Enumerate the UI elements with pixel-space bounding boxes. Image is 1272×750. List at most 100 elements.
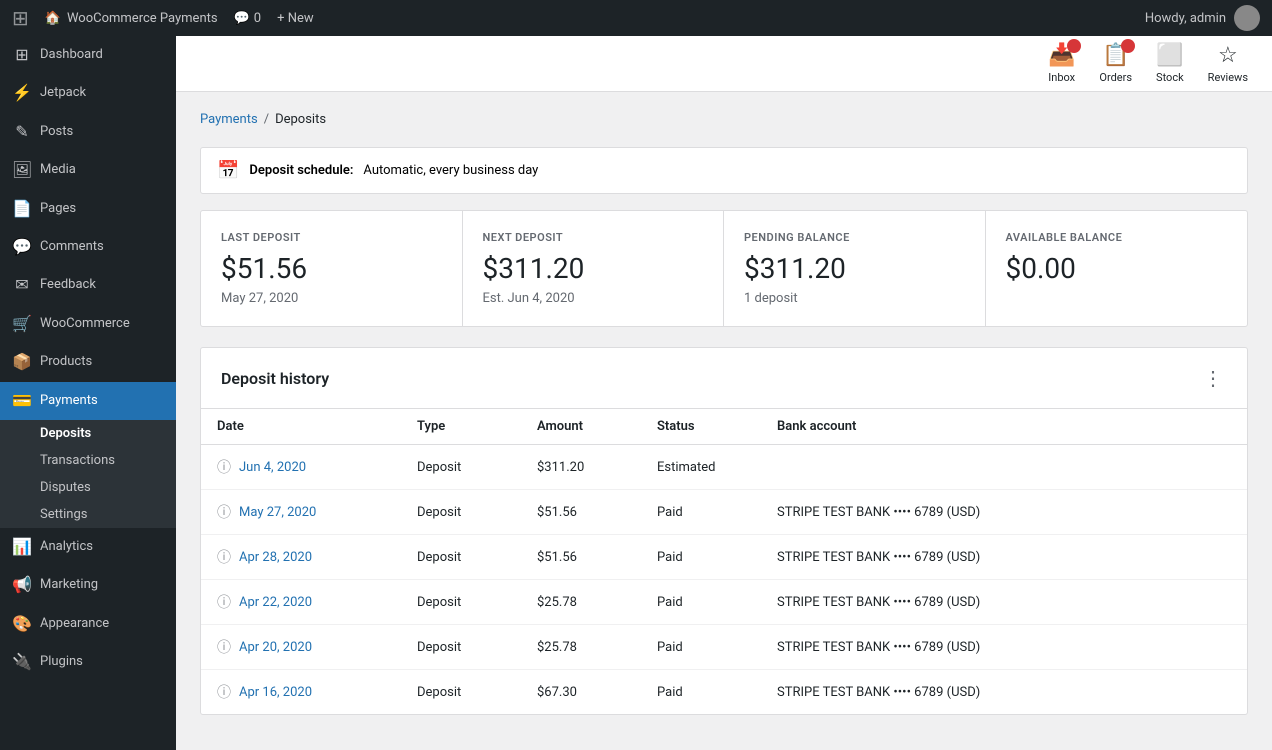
cell-type-1: Deposit (401, 490, 521, 535)
cell-type-5: Deposit (401, 670, 521, 715)
cell-amount-2: $51.56 (521, 535, 641, 580)
stat-pending-balance-value: $311.20 (744, 252, 965, 285)
info-icon-5[interactable]: ⓘ (217, 682, 231, 702)
stat-next-deposit-value: $311.20 (483, 252, 704, 285)
more-options-button[interactable]: ⋮ (1199, 364, 1227, 392)
sidebar-item-comments[interactable]: 💬 Comments (0, 228, 176, 266)
media-icon: 🖼 (12, 159, 32, 181)
col-header-type: Type (401, 409, 521, 445)
stat-pending-balance-label: PENDING BALANCE (744, 231, 965, 244)
jetpack-icon: ⚡ (12, 82, 32, 104)
deposit-schedule-label: Deposit schedule: (249, 163, 353, 178)
submenu-disputes[interactable]: Disputes (0, 474, 176, 501)
sidebar-item-dashboard[interactable]: ⊞ Dashboard (0, 36, 176, 74)
table-row: ⓘ Apr 28, 2020 Deposit $51.56 Paid STRIP… (201, 535, 1247, 580)
deposit-date-link-3[interactable]: Apr 22, 2020 (239, 595, 312, 610)
cell-amount-3: $25.78 (521, 580, 641, 625)
cell-date-4: ⓘ Apr 20, 2020 (201, 625, 401, 670)
inbox-button[interactable]: 📥 Inbox (1048, 43, 1075, 84)
table-row: ⓘ May 27, 2020 Deposit $51.56 Paid STRIP… (201, 490, 1247, 535)
stat-next-deposit-label: NEXT DEPOSIT (483, 231, 704, 244)
deposit-date-link-0[interactable]: Jun 4, 2020 (239, 460, 306, 475)
comments-icon: 💬 (234, 11, 250, 26)
sidebar-item-appearance[interactable]: 🎨 Appearance (0, 605, 176, 643)
sidebar-item-pages[interactable]: 📄 Pages (0, 190, 176, 228)
stat-next-deposit: NEXT DEPOSIT $311.20 Est. Jun 4, 2020 (463, 211, 725, 326)
stat-pending-balance-sub: 1 deposit (744, 291, 965, 306)
stats-cards: LAST DEPOSIT $51.56 May 27, 2020 NEXT DE… (200, 210, 1248, 327)
info-icon-1[interactable]: ⓘ (217, 502, 231, 522)
new-content-button[interactable]: + New (277, 11, 314, 26)
submenu-deposits[interactable]: Deposits (0, 420, 176, 447)
sidebar-item-plugins[interactable]: 🔌 Plugins (0, 643, 176, 681)
deposit-date-link-4[interactable]: Apr 20, 2020 (239, 640, 312, 655)
site-name[interactable]: 🏠 WooCommerce Payments (45, 11, 218, 26)
comments-link[interactable]: 💬 0 (234, 11, 262, 26)
cell-bank-2: STRIPE TEST BANK •••• 6789 (USD) (761, 535, 1247, 580)
sidebar-item-media[interactable]: 🖼 Media (0, 151, 176, 189)
col-header-date: Date (201, 409, 401, 445)
deposit-date-link-5[interactable]: Apr 16, 2020 (239, 685, 312, 700)
orders-badge (1121, 39, 1135, 53)
deposit-history-header: Deposit history ⋮ (201, 348, 1247, 409)
reviews-button[interactable]: ☆ Reviews (1208, 43, 1248, 84)
info-icon-4[interactable]: ⓘ (217, 637, 231, 657)
breadcrumb-parent[interactable]: Payments (200, 112, 258, 127)
cell-date-5: ⓘ Apr 16, 2020 (201, 670, 401, 715)
stat-available-balance: AVAILABLE BALANCE $0.00 (986, 211, 1248, 326)
sidebar-item-marketing[interactable]: 📢 Marketing (0, 566, 176, 604)
breadcrumb-separator: / (264, 112, 269, 127)
cell-amount-5: $67.30 (521, 670, 641, 715)
deposit-history-card: Deposit history ⋮ Date Type Amount Statu… (200, 347, 1248, 715)
stock-button[interactable]: ⬜ Stock (1156, 43, 1184, 84)
payments-submenu: Deposits Transactions Disputes Settings (0, 420, 176, 528)
avatar[interactable] (1234, 5, 1260, 31)
inbox-badge (1067, 39, 1081, 53)
col-header-amount: Amount (521, 409, 641, 445)
sidebar-item-jetpack[interactable]: ⚡ Jetpack (0, 74, 176, 112)
col-header-status: Status (641, 409, 761, 445)
cell-bank-4: STRIPE TEST BANK •••• 6789 (USD) (761, 625, 1247, 670)
admin-bar: ⊞ 🏠 WooCommerce Payments 💬 0 + New Howdy… (0, 0, 1272, 36)
stat-available-balance-value: $0.00 (1006, 252, 1228, 285)
posts-icon: ✎ (12, 121, 32, 143)
sidebar-item-products[interactable]: 📦 Products (0, 343, 176, 381)
reviews-icon: ☆ (1218, 43, 1238, 68)
info-icon-3[interactable]: ⓘ (217, 592, 231, 612)
cell-bank-1: STRIPE TEST BANK •••• 6789 (USD) (761, 490, 1247, 535)
page-content: Payments / Deposits 📅 Deposit schedule: … (176, 92, 1272, 750)
sidebar-item-analytics[interactable]: 📊 Analytics (0, 528, 176, 566)
cell-date-0: ⓘ Jun 4, 2020 (201, 445, 401, 490)
admin-bar-right: Howdy, admin (1145, 5, 1260, 31)
top-bar: 📥 Inbox 📋 Orders ⬜ Stock (176, 36, 1272, 92)
cell-status-3: Paid (641, 580, 761, 625)
submenu-settings[interactable]: Settings (0, 501, 176, 528)
stat-last-deposit-sub: May 27, 2020 (221, 291, 442, 306)
sidebar-item-woocommerce[interactable]: 🛒 WooCommerce (0, 305, 176, 343)
cell-status-1: Paid (641, 490, 761, 535)
submenu-transactions[interactable]: Transactions (0, 447, 176, 474)
info-icon-2[interactable]: ⓘ (217, 547, 231, 567)
deposit-date-link-1[interactable]: May 27, 2020 (239, 505, 316, 520)
cell-status-0: Estimated (641, 445, 761, 490)
sidebar-item-feedback[interactable]: ✉ Feedback (0, 266, 176, 304)
toolbar-icons: 📥 Inbox 📋 Orders ⬜ Stock (1048, 43, 1248, 84)
sidebar-item-posts[interactable]: ✎ Posts (0, 113, 176, 151)
info-icon-0[interactable]: ⓘ (217, 457, 231, 477)
deposits-table: Date Type Amount Status Bank account ⓘ J… (201, 409, 1247, 714)
cell-date-3: ⓘ Apr 22, 2020 (201, 580, 401, 625)
deposit-date-link-2[interactable]: Apr 28, 2020 (239, 550, 312, 565)
cell-amount-0: $311.20 (521, 445, 641, 490)
cell-type-3: Deposit (401, 580, 521, 625)
sidebar-item-payments[interactable]: 💳 Payments (0, 382, 176, 420)
stat-next-deposit-sub: Est. Jun 4, 2020 (483, 291, 704, 306)
cell-bank-5: STRIPE TEST BANK •••• 6789 (USD) (761, 670, 1247, 715)
orders-button[interactable]: 📋 Orders (1099, 43, 1132, 84)
sidebar: ⊞ Dashboard ⚡ Jetpack ✎ Posts 🖼 Media 📄 … (0, 36, 176, 750)
stat-available-balance-label: AVAILABLE BALANCE (1006, 231, 1228, 244)
cell-date-2: ⓘ Apr 28, 2020 (201, 535, 401, 580)
table-row: ⓘ Apr 20, 2020 Deposit $25.78 Paid STRIP… (201, 625, 1247, 670)
woocommerce-icon: 🛒 (12, 313, 32, 335)
comments-menu-icon: 💬 (12, 236, 32, 258)
cell-type-2: Deposit (401, 535, 521, 580)
